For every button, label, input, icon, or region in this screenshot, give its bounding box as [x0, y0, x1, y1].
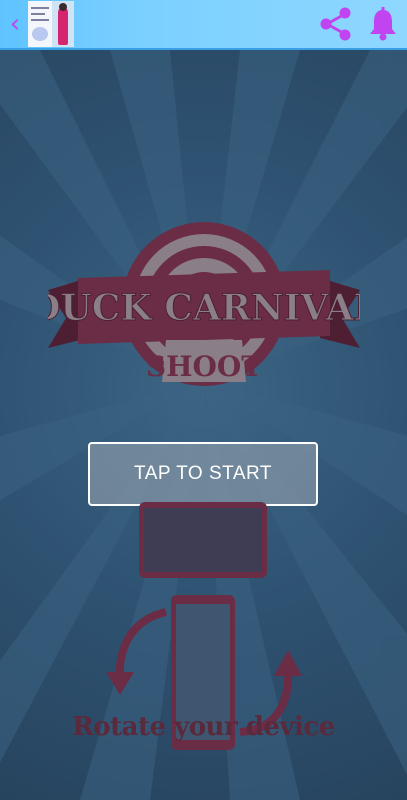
app-top-bar: ‹ [0, 0, 407, 50]
back-icon[interactable]: ‹ [4, 10, 26, 38]
tap-to-start-button[interactable]: TAP TO START [88, 442, 318, 506]
game-logo: DUCK CARNIVAL SHOOT [48, 222, 360, 386]
game-canvas[interactable]: DUCK CARNIVAL SHOOT TAP TO START Rotate … [0, 50, 407, 800]
app-thumbnail[interactable] [28, 1, 74, 47]
logo-title: DUCK CARNIVAL [48, 287, 360, 329]
rotate-device-label: Rotate your device [72, 712, 335, 742]
bell-icon[interactable] [366, 6, 400, 42]
share-icon[interactable] [318, 6, 354, 42]
logo-subtitle: SHOOT [146, 350, 262, 383]
